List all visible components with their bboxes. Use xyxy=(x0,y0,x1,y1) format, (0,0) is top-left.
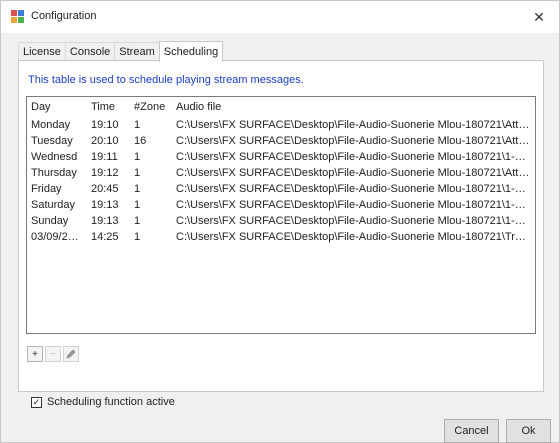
scheduling-active-label: Scheduling function active xyxy=(47,396,175,408)
tab-scheduling[interactable]: Scheduling xyxy=(158,41,224,62)
cell-day: Tuesday xyxy=(31,135,73,147)
scheduling-panel: This table is used to schedule playing s… xyxy=(18,60,544,392)
cell-zone: 1 xyxy=(134,151,141,163)
info-text: This table is used to schedule playing s… xyxy=(28,74,304,86)
title-bar[interactable]: Configuration ✕ xyxy=(1,1,559,33)
table-row[interactable]: Saturday 19:13 1 C:\Users\FX SURFACE\Des… xyxy=(27,197,535,213)
table-row[interactable]: 03/09/2018 14:25 1 C:\Users\FX SURFACE\D… xyxy=(27,229,535,245)
cell-time: 20:10 xyxy=(91,135,119,147)
cell-audio-file: C:\Users\FX SURFACE\Desktop\File-Audio-S… xyxy=(176,231,535,243)
column-header-day[interactable]: Day xyxy=(27,97,87,117)
configuration-window: Configuration ✕ License Console Stream S… xyxy=(0,0,560,443)
cell-zone: 1 xyxy=(134,199,141,211)
close-icon[interactable]: ✕ xyxy=(519,1,559,33)
table-row[interactable]: Wednesd 19:11 1 C:\Users\FX SURFACE\Desk… xyxy=(27,149,535,165)
cancel-button[interactable]: Cancel xyxy=(444,419,499,443)
cell-day: Monday xyxy=(31,119,71,131)
edit-row-button[interactable] xyxy=(63,346,79,362)
pencil-icon xyxy=(66,349,76,359)
cell-day: Saturday xyxy=(31,199,76,211)
cell-time: 20:45 xyxy=(91,183,119,195)
cell-zone: 1 xyxy=(134,215,141,227)
cell-day: 03/09/2018 xyxy=(31,231,87,243)
schedule-toolbar: + − xyxy=(27,346,79,362)
cell-zone: 16 xyxy=(134,135,147,147)
cell-audio-file: C:\Users\FX SURFACE\Desktop\File-Audio-S… xyxy=(176,167,535,179)
cell-audio-file: C:\Users\FX SURFACE\Desktop\File-Audio-S… xyxy=(176,199,535,211)
cell-audio-file: C:\Users\FX SURFACE\Desktop\File-Audio-S… xyxy=(176,183,535,195)
table-row[interactable]: Friday 20:45 1 C:\Users\FX SURFACE\Deskt… xyxy=(27,181,535,197)
window-title: Configuration xyxy=(31,10,97,22)
table-row[interactable]: Tuesday 20:10 16 C:\Users\FX SURFACE\Des… xyxy=(27,133,535,149)
cell-day: Sunday xyxy=(31,215,69,227)
cell-zone: 1 xyxy=(134,183,141,195)
table-row[interactable]: Thursday 19:12 1 C:\Users\FX SURFACE\Des… xyxy=(27,165,535,181)
column-header-zone[interactable]: #Zone xyxy=(130,97,172,117)
add-row-button[interactable]: + xyxy=(27,346,43,362)
cell-audio-file: C:\Users\FX SURFACE\Desktop\File-Audio-S… xyxy=(176,119,535,131)
schedule-list[interactable]: Day Time #Zone Audio file Monday 19:10 1… xyxy=(26,96,536,334)
cell-time: 19:13 xyxy=(91,215,119,227)
column-header-audio-file[interactable]: Audio file xyxy=(172,97,535,117)
cell-time: 19:11 xyxy=(91,151,118,163)
remove-row-button[interactable]: − xyxy=(45,346,61,362)
column-header-time[interactable]: Time xyxy=(87,97,130,117)
table-header-row: Day Time #Zone Audio file xyxy=(27,97,535,117)
tab-console[interactable]: Console xyxy=(64,42,116,61)
schedule-table: Day Time #Zone Audio file Monday 19:10 1… xyxy=(27,97,535,245)
scheduling-active-checkbox[interactable]: ✓ xyxy=(31,396,42,408)
table-row[interactable]: Monday 19:10 1 C:\Users\FX SURFACE\Deskt… xyxy=(27,117,535,133)
tab-stream[interactable]: Stream xyxy=(114,42,160,61)
app-icon xyxy=(11,10,25,24)
table-row[interactable]: Sunday 19:13 1 C:\Users\FX SURFACE\Deskt… xyxy=(27,213,535,229)
cell-time: 19:13 xyxy=(91,199,119,211)
tab-license[interactable]: License xyxy=(18,42,66,61)
cell-day: Thursday xyxy=(31,167,77,179)
cell-audio-file: C:\Users\FX SURFACE\Desktop\File-Audio-S… xyxy=(176,135,535,147)
cell-time: 14:25 xyxy=(91,231,119,243)
cell-audio-file: C:\Users\FX SURFACE\Desktop\File-Audio-S… xyxy=(176,151,535,163)
scheduling-active-option[interactable]: ✓ Scheduling function active xyxy=(31,396,175,408)
cell-zone: 1 xyxy=(134,167,141,179)
cell-zone: 1 xyxy=(134,119,141,131)
cell-time: 19:10 xyxy=(91,119,119,131)
cell-day: Wednesd xyxy=(31,151,78,163)
cell-time: 19:12 xyxy=(91,167,119,179)
ok-button[interactable]: Ok xyxy=(506,419,551,443)
cell-zone: 1 xyxy=(134,231,141,243)
tab-strip: License Console Stream Scheduling xyxy=(18,41,224,62)
cell-audio-file: C:\Users\FX SURFACE\Desktop\File-Audio-S… xyxy=(176,215,535,227)
cell-day: Friday xyxy=(31,183,62,195)
